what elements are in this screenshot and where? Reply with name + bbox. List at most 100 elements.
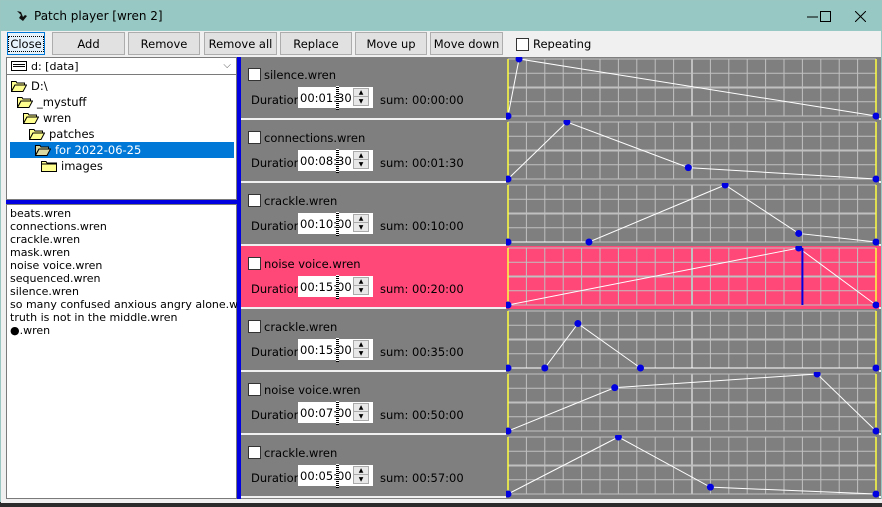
duration-spinner[interactable]: ▲ ▼ (353, 340, 369, 358)
playlist-row[interactable]: crackle.wren Duration ▲ ▼ sum: 00:57:00 (241, 435, 881, 498)
row-checkbox[interactable] (248, 383, 261, 396)
replace-button[interactable]: Replace (280, 32, 352, 55)
envelope-point[interactable] (636, 364, 644, 372)
envelope-editor[interactable] (506, 435, 879, 498)
envelope-graph[interactable] (506, 372, 879, 435)
file-list-item[interactable]: beats.wren (7, 207, 236, 220)
spin-down-icon[interactable]: ▼ (354, 412, 368, 420)
remove-button[interactable]: Remove (128, 32, 200, 55)
sum-label: sum: 00:20:00 (380, 282, 464, 296)
envelope-point[interactable] (684, 164, 692, 172)
spin-down-icon[interactable]: ▼ (354, 97, 368, 105)
tree-node-label: for 2022-06-25 (55, 143, 142, 157)
spin-up-icon[interactable]: ▲ (354, 215, 368, 223)
envelope-point[interactable] (541, 364, 549, 372)
envelope-graph[interactable] (506, 120, 879, 183)
tree-node[interactable]: D:\ (11, 78, 48, 94)
patch-name: noise voice.wren (264, 383, 361, 397)
spin-up-icon[interactable]: ▲ (354, 467, 368, 475)
spin-up-icon[interactable]: ▲ (354, 278, 368, 286)
patch-name: crackle.wren (264, 194, 338, 208)
row-checkbox[interactable] (248, 194, 261, 207)
envelope-graph[interactable] (506, 246, 879, 309)
patch-name: noise voice.wren (264, 257, 361, 271)
close-window-button[interactable] (837, 1, 882, 31)
tree-node[interactable]: _mystuff (17, 94, 86, 110)
duration-spinner[interactable]: ▲ ▼ (353, 151, 369, 169)
envelope-point[interactable] (706, 483, 714, 491)
playlist-row[interactable]: silence.wren Duration ▲ ▼ sum: 00:00:00 (241, 57, 881, 120)
tree-node[interactable]: for 2022-06-25 (10, 142, 234, 158)
chevron-down-icon[interactable]: ⌵ (223, 60, 231, 71)
drive-select[interactable]: d: [data] ⌵ (6, 57, 237, 75)
title-bar[interactable]: Patch player [wren 2] (1, 1, 881, 31)
file-list-item[interactable]: ●.wren (7, 324, 236, 337)
file-list-item[interactable]: sequenced.wren (7, 272, 236, 285)
repeating-checkbox-box[interactable] (516, 37, 529, 51)
envelope-point[interactable] (574, 320, 582, 328)
playlist-row[interactable]: crackle.wren Duration ▲ ▼ sum: 00:10:00 (241, 183, 881, 246)
envelope-point[interactable] (795, 229, 803, 237)
envelope-graph[interactable] (506, 435, 879, 498)
tree-node[interactable]: images (41, 158, 103, 174)
playlist-row[interactable]: noise voice.wren Duration ▲ ▼ sum: 00:50… (241, 372, 881, 435)
duration-spinner[interactable]: ▲ ▼ (353, 214, 369, 232)
duration-label: Duration (251, 282, 301, 296)
open-folder-icon (17, 97, 33, 108)
envelope-point[interactable] (585, 238, 593, 246)
spin-up-icon[interactable]: ▲ (354, 152, 368, 160)
repeating-checkbox[interactable]: Repeating (516, 37, 591, 51)
move-down-button[interactable]: Move down (430, 32, 503, 55)
spin-down-icon[interactable]: ▼ (354, 223, 368, 231)
playlist-row[interactable]: noise voice.wren Duration ▲ ▼ sum: 00:20… (241, 246, 881, 309)
duration-spinner[interactable]: ▲ ▼ (353, 466, 369, 484)
file-list-item[interactable]: mask.wren (7, 246, 236, 259)
row-checkbox[interactable] (248, 257, 261, 270)
envelope-editor[interactable] (506, 120, 879, 183)
playlist-row[interactable]: crackle.wren Duration ▲ ▼ sum: 00:35:00 (241, 309, 881, 372)
text-cursor (336, 401, 339, 425)
spin-down-icon[interactable]: ▼ (354, 286, 368, 294)
file-list-item[interactable]: crackle.wren (7, 233, 236, 246)
add-button[interactable]: Add (52, 32, 125, 55)
envelope-graph[interactable] (506, 57, 879, 120)
envelope-point[interactable] (611, 384, 619, 392)
playlist-row[interactable]: connections.wren Duration ▲ ▼ sum: 00:01… (241, 120, 881, 183)
duration-spinner[interactable]: ▲ ▼ (353, 277, 369, 295)
duration-spinner[interactable]: ▲ ▼ (353, 88, 369, 106)
spin-down-icon[interactable]: ▼ (354, 160, 368, 168)
spin-up-icon[interactable]: ▲ (354, 341, 368, 349)
folder-tree: D:\ _mystuff wren patches for 2022-06-25 imag… (6, 75, 237, 200)
envelope-editor[interactable] (506, 309, 879, 372)
file-list-item[interactable]: truth is not in the middle.wren (7, 311, 236, 324)
duration-spinner[interactable]: ▲ ▼ (353, 403, 369, 421)
file-list-item[interactable]: noise voice.wren (7, 259, 236, 272)
text-cursor (336, 212, 339, 236)
file-list-item[interactable]: silence.wren (7, 285, 236, 298)
spin-down-icon[interactable]: ▼ (354, 475, 368, 483)
text-cursor (336, 149, 339, 173)
row-checkbox[interactable] (248, 68, 261, 81)
close-button[interactable]: Close (7, 32, 45, 55)
spin-up-icon[interactable]: ▲ (354, 89, 368, 97)
row-checkbox[interactable] (248, 446, 261, 459)
sum-label: sum: 00:01:30 (380, 156, 464, 170)
move-up-button[interactable]: Move up (355, 32, 427, 55)
envelope-editor[interactable] (506, 372, 879, 435)
row-checkbox[interactable] (248, 131, 261, 144)
envelope-editor[interactable] (506, 57, 879, 120)
tree-node[interactable]: patches (29, 126, 95, 142)
envelope-graph[interactable] (506, 183, 879, 246)
remove-all-button[interactable]: Remove all (204, 32, 277, 55)
envelope-editor[interactable] (506, 183, 879, 246)
spin-down-icon[interactable]: ▼ (354, 349, 368, 357)
file-list-item[interactable]: connections.wren (7, 220, 236, 233)
envelope-editor[interactable] (506, 246, 879, 309)
file-browser: d: [data] ⌵ D:\ _mystuff wren patches for 20… (6, 57, 256, 499)
tree-node[interactable]: wren (23, 110, 71, 126)
file-list-item[interactable]: so many confused anxious angry alone.wre… (7, 298, 256, 311)
envelope-graph[interactable] (506, 309, 879, 372)
row-checkbox[interactable] (248, 320, 261, 333)
patch-name: crackle.wren (264, 446, 338, 460)
spin-up-icon[interactable]: ▲ (354, 404, 368, 412)
